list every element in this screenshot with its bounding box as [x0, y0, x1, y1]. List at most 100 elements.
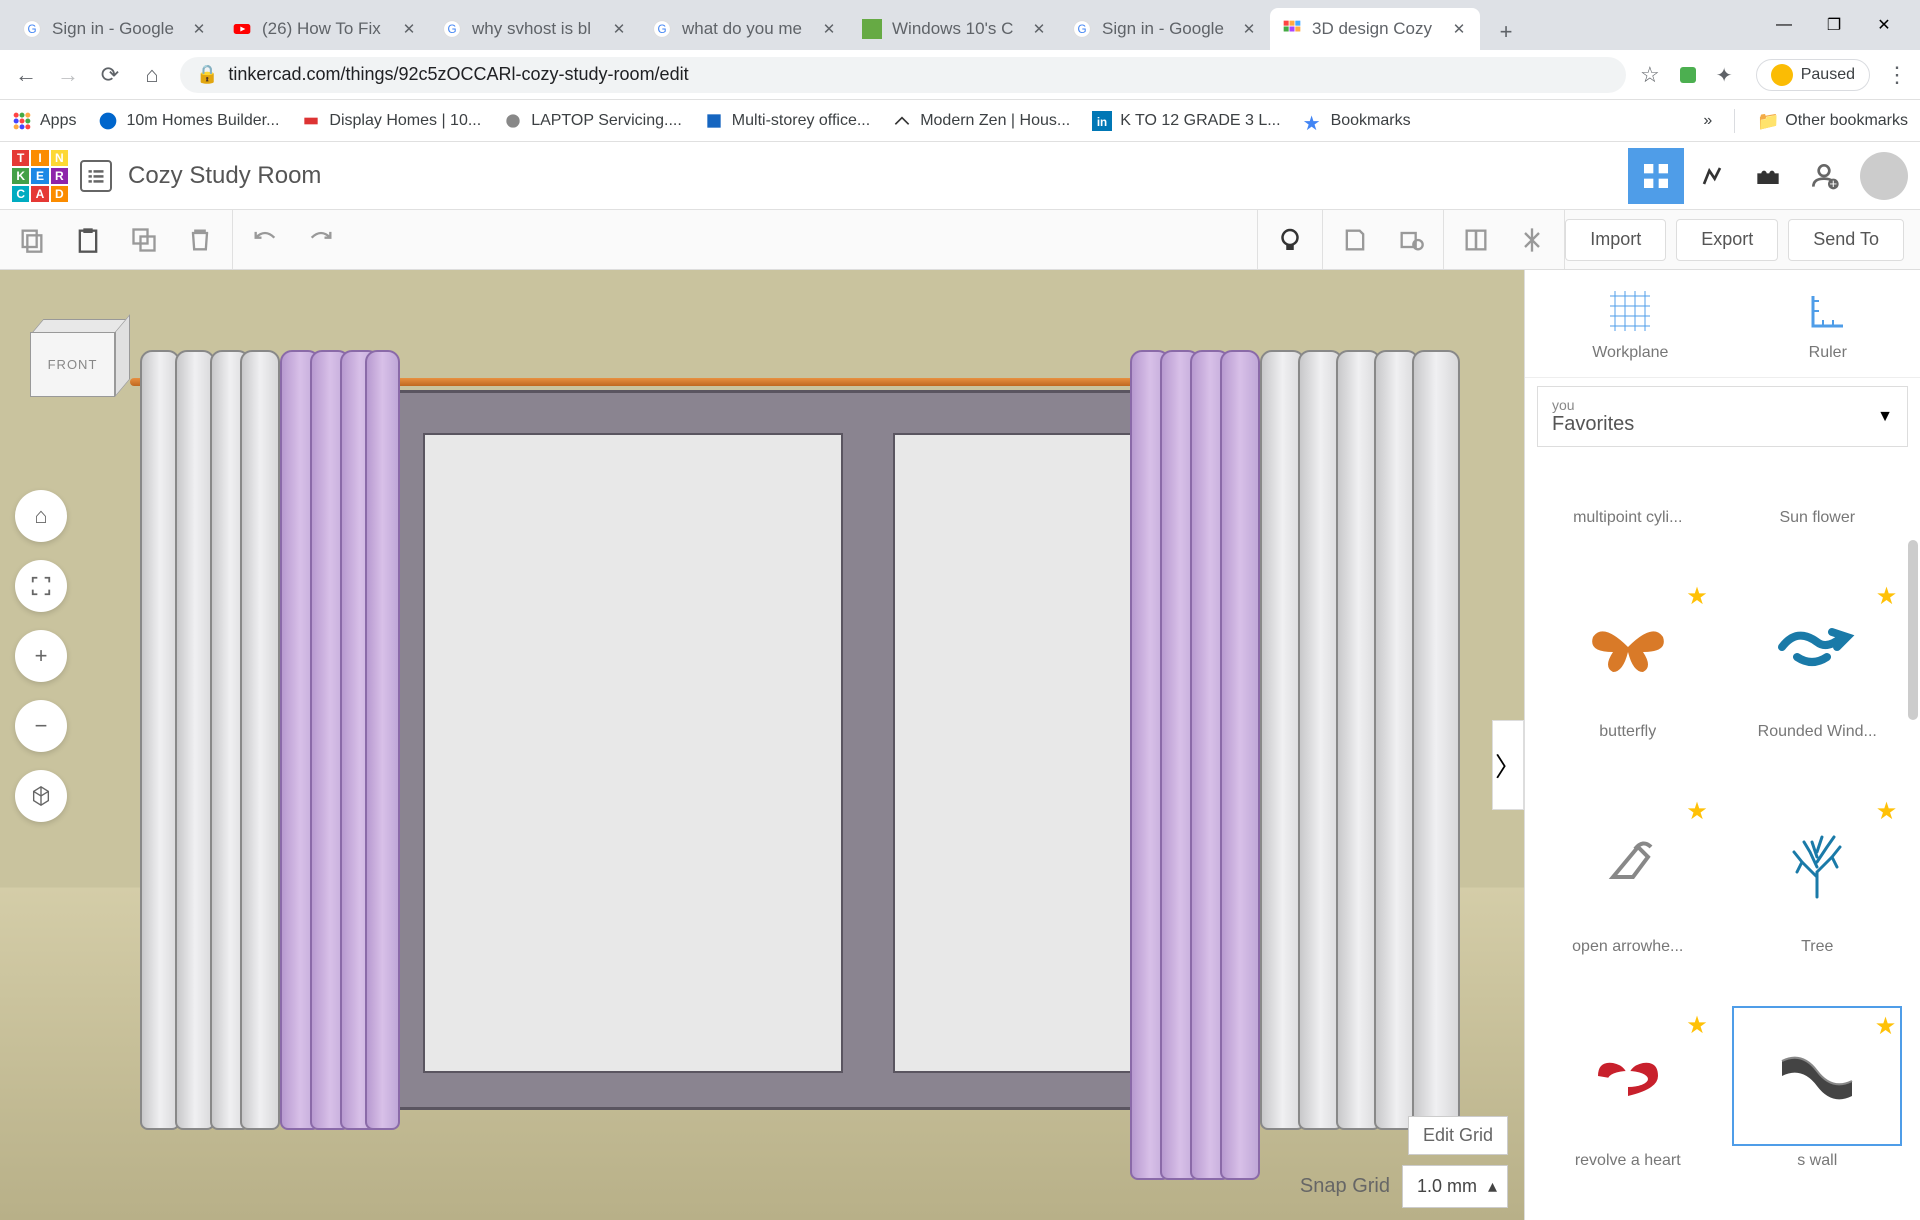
favorite-star-icon[interactable]: ★	[1876, 797, 1898, 826]
shape-category-select[interactable]: you Favorites ▼	[1537, 386, 1908, 447]
extensions-puzzle-icon[interactable]: ✦	[1716, 63, 1740, 87]
tab-7-active[interactable]: 3D design Cozy✕	[1270, 8, 1480, 50]
send-to-button[interactable]: Send To	[1788, 219, 1904, 261]
close-icon[interactable]: ✕	[1030, 20, 1048, 38]
favorite-star-icon[interactable]: ★	[1686, 1011, 1708, 1040]
bookmark-item[interactable]: Display Homes | 10...	[301, 111, 481, 131]
home-button[interactable]: ⌂	[138, 61, 166, 89]
home-view-button[interactable]: ⌂	[15, 490, 67, 542]
export-button[interactable]: Export	[1676, 219, 1778, 261]
favorite-star-icon[interactable]: ★	[1686, 582, 1708, 611]
project-name[interactable]: Cozy Study Room	[128, 162, 321, 190]
apps-bookmark[interactable]: Apps	[12, 111, 76, 131]
extension-icon[interactable]	[1676, 63, 1700, 87]
lock-icon: 🔒	[196, 64, 218, 85]
new-tab-button[interactable]: +	[1488, 14, 1524, 50]
ortho-view-button[interactable]	[15, 770, 67, 822]
profile-paused-button[interactable]: Paused	[1756, 59, 1870, 91]
notes-icon[interactable]	[1339, 224, 1371, 256]
kebab-menu-icon[interactable]: ⋮	[1886, 62, 1908, 88]
close-icon[interactable]: ✕	[820, 20, 838, 38]
curtain-object[interactable]	[1130, 350, 1260, 1180]
favorite-star-icon[interactable]: ★	[1686, 797, 1708, 826]
user-avatar[interactable]	[1860, 152, 1908, 200]
zoom-in-button[interactable]: +	[15, 630, 67, 682]
bookmark-item[interactable]: Modern Zen | Hous...	[892, 111, 1070, 131]
tab-4[interactable]: Gwhat do you me✕	[640, 8, 850, 50]
3d-canvas[interactable]: FRONT ⌂ + − 〉 Edit Grid Snap Grid 1.0 mm	[0, 270, 1524, 1220]
ruler-tool[interactable]: Ruler	[1803, 286, 1853, 362]
minimize-button[interactable]: —	[1774, 15, 1794, 35]
undo-icon[interactable]	[249, 224, 281, 256]
bookmark-item[interactable]: LAPTOP Servicing....	[503, 111, 682, 131]
curtain-object[interactable]	[280, 350, 400, 1130]
tab-2[interactable]: (26) How To Fix✕	[220, 8, 430, 50]
reload-button[interactable]: ⟳	[96, 61, 124, 89]
tinkercad-logo[interactable]: TIN KER CAD	[12, 150, 68, 202]
tab-6[interactable]: GSign in - Google✕	[1060, 8, 1270, 50]
close-icon[interactable]: ✕	[610, 20, 628, 38]
duplicate-icon[interactable]	[128, 224, 160, 256]
google-icon: G	[22, 19, 42, 39]
snap-grid-select[interactable]: 1.0 mm	[1402, 1165, 1508, 1208]
bulb-icon[interactable]	[1274, 224, 1306, 256]
workplane-tool[interactable]: Workplane	[1592, 286, 1668, 362]
fit-view-button[interactable]	[15, 560, 67, 612]
back-button[interactable]: ←	[12, 61, 40, 89]
close-icon[interactable]: ✕	[1240, 20, 1258, 38]
shape-s-wall[interactable]: ★ s wall	[1727, 1006, 1909, 1212]
scrollbar[interactable]	[1908, 540, 1918, 720]
bookmark-item[interactable]: inK TO 12 GRADE 3 L...	[1092, 111, 1280, 131]
bookmark-label: LAPTOP Servicing....	[531, 112, 682, 130]
bookmark-item[interactable]: ★Bookmarks	[1303, 111, 1411, 131]
import-button[interactable]: Import	[1565, 219, 1666, 261]
toggle-visibility-icon[interactable]	[1395, 224, 1427, 256]
design-mode-button[interactable]	[1628, 148, 1684, 204]
shape-tree[interactable]: ★ Tree	[1727, 792, 1909, 998]
tab-5[interactable]: Windows 10's C✕	[850, 8, 1060, 50]
shape-rounded-wind[interactable]: ★ Rounded Wind...	[1727, 577, 1909, 783]
favorite-star-icon[interactable]: ★	[1876, 582, 1898, 611]
bricks-mode-button[interactable]	[1740, 148, 1796, 204]
other-bookmarks[interactable]: 📁Other bookmarks	[1757, 111, 1908, 131]
more-bookmarks-button[interactable]: »	[1703, 112, 1712, 130]
list-view-icon[interactable]	[80, 160, 112, 192]
close-icon[interactable]: ✕	[400, 20, 418, 38]
delete-icon[interactable]	[184, 224, 216, 256]
tab-3[interactable]: Gwhy svhost is bl✕	[430, 8, 640, 50]
url-input[interactable]: 🔒 tinkercad.com/things/92c5zOCCARl-cozy-…	[180, 57, 1626, 93]
bookmark-label: Display Homes | 10...	[329, 112, 481, 130]
collaborate-button[interactable]: +	[1796, 148, 1852, 204]
apps-icon	[12, 111, 32, 131]
shape-multipoint-cylinder[interactable]: multipoint cyli...	[1537, 455, 1719, 569]
edit-grid-button[interactable]: Edit Grid	[1408, 1116, 1508, 1155]
curtain-object[interactable]	[1260, 350, 1460, 1130]
favorite-star-icon[interactable]: ★	[1875, 1012, 1897, 1041]
tab-1[interactable]: GSign in - Google✕	[10, 8, 220, 50]
bookmark-star-icon[interactable]: ☆	[1640, 62, 1660, 88]
blocks-mode-button[interactable]	[1684, 148, 1740, 204]
close-icon[interactable]: ✕	[190, 20, 208, 38]
bookmark-item[interactable]: 10m Homes Builder...	[98, 111, 279, 131]
redo-icon[interactable]	[305, 224, 337, 256]
bookmark-item[interactable]: Multi-storey office...	[704, 111, 870, 131]
close-window-button[interactable]: ✕	[1874, 15, 1894, 35]
shape-label: multipoint cyli...	[1573, 509, 1682, 527]
tool-label: Ruler	[1809, 344, 1847, 362]
close-icon[interactable]: ✕	[1450, 20, 1468, 38]
maximize-button[interactable]: ❐	[1824, 15, 1844, 35]
viewcube[interactable]: FRONT	[30, 320, 130, 400]
paste-icon[interactable]	[72, 224, 104, 256]
curtain-object[interactable]	[140, 350, 280, 1130]
copy-icon[interactable]	[16, 224, 48, 256]
panel-toggle-button[interactable]: 〉	[1492, 720, 1524, 810]
shape-revolve-heart[interactable]: ★ revolve a heart	[1537, 1006, 1719, 1212]
group-icon[interactable]	[1460, 224, 1492, 256]
shape-sun-flower[interactable]: Sun flower	[1727, 455, 1909, 569]
align-icon[interactable]	[1516, 224, 1548, 256]
shape-open-arrowhead[interactable]: ★ open arrowhe...	[1537, 792, 1719, 998]
zoom-out-button[interactable]: −	[15, 700, 67, 752]
shape-butterfly[interactable]: ★ butterfly	[1537, 577, 1719, 783]
bottom-controls: Edit Grid Snap Grid 1.0 mm	[1300, 1116, 1508, 1208]
forward-button[interactable]: →	[54, 61, 82, 89]
